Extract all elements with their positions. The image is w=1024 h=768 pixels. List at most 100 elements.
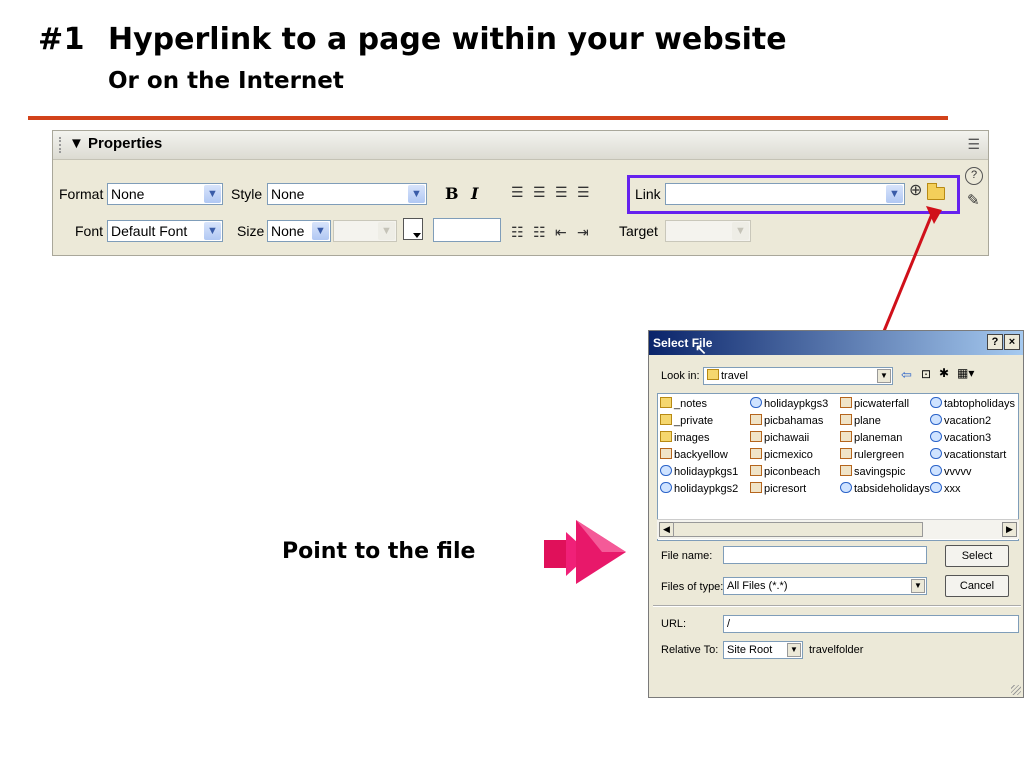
file-name-text: holidaypkgs3: [764, 398, 829, 410]
url-value: /: [727, 618, 731, 630]
horizontal-scrollbar[interactable]: ◀ ▶: [657, 519, 1019, 539]
select-button[interactable]: Select: [945, 545, 1009, 567]
dialog-close-button[interactable]: ×: [1004, 334, 1020, 350]
pointer-line-segment: [880, 213, 934, 337]
file-name-text: tabtopholidays: [944, 398, 1015, 410]
file-list-item[interactable]: _private: [660, 413, 713, 429]
file-list-item[interactable]: savingspic: [840, 464, 905, 480]
file-name-text: xxx: [944, 483, 961, 495]
file-name-input[interactable]: [723, 546, 927, 564]
file-name-label: File name:: [661, 550, 713, 562]
image-file-icon: [840, 448, 852, 459]
file-list-item[interactable]: piconbeach: [750, 464, 820, 480]
html-file-icon: [840, 482, 852, 493]
chevron-down-icon[interactable]: ▼: [877, 369, 891, 383]
file-list-item[interactable]: holidaypkgs2: [660, 481, 738, 497]
file-list-item[interactable]: planeman: [840, 430, 902, 446]
file-name-text: images: [674, 432, 710, 444]
image-file-icon: [840, 431, 852, 442]
file-name-text: piconbeach: [764, 466, 821, 478]
folder-icon: [707, 369, 719, 380]
html-file-icon: [660, 465, 672, 476]
chevron-down-icon[interactable]: ▼: [911, 579, 925, 593]
image-file-icon: [840, 465, 852, 476]
file-name-text: vacation3: [944, 432, 992, 444]
relative-to-value: Site Root: [727, 644, 773, 656]
html-file-icon: [930, 397, 942, 408]
html-file-icon: [750, 397, 762, 408]
relative-folder: travelfolder: [809, 644, 864, 656]
scroll-right-button[interactable]: ▶: [1002, 522, 1017, 537]
file-name-text: picmexico: [764, 449, 813, 461]
image-file-icon: [750, 482, 762, 493]
file-list-item[interactable]: rulergreen: [840, 447, 904, 463]
mouse-cursor-icon: ↖: [695, 341, 707, 357]
image-file-icon: [750, 431, 762, 442]
file-list-item[interactable]: holidaypkgs3: [750, 396, 828, 412]
file-name-text: rulergreen: [854, 449, 905, 461]
file-name-text: tabsideholidays: [854, 483, 930, 495]
chevron-down-icon[interactable]: ▼: [787, 643, 801, 657]
html-file-icon: [660, 482, 672, 493]
scroll-left-button[interactable]: ◀: [659, 522, 674, 537]
image-file-icon: [750, 448, 762, 459]
select-file-dialog: Select File ↖ ? × Look in: travel ▼ ⇦ ⊡ …: [648, 330, 1024, 698]
point-to-file-caption: Point to the file: [282, 539, 476, 564]
view-menu-icon[interactable]: ▦▾: [957, 366, 974, 380]
file-name-text: vvvvv: [944, 466, 972, 478]
look-in-value: travel: [721, 370, 748, 382]
html-file-icon: [930, 465, 942, 476]
html-file-icon: [930, 431, 942, 442]
relative-to-select[interactable]: Site Root ▼: [723, 641, 803, 659]
dialog-help-button[interactable]: ?: [987, 334, 1003, 350]
image-file-icon: [750, 414, 762, 425]
file-name-text: picbahamas: [764, 415, 824, 427]
file-list-item[interactable]: holidaypkgs1: [660, 464, 738, 480]
file-name-text: vacationstart: [944, 449, 1007, 461]
image-file-icon: [750, 465, 762, 476]
file-list-item[interactable]: tabsideholidays: [840, 481, 930, 497]
file-list-item[interactable]: images: [660, 430, 709, 446]
file-list-item[interactable]: pichawaii: [750, 430, 809, 446]
file-list-item[interactable]: picresort: [750, 481, 806, 497]
file-name-text: picwaterfall: [854, 398, 910, 410]
file-list-item[interactable]: picwaterfall: [840, 396, 909, 412]
folder-icon: [660, 431, 672, 442]
new-folder-icon[interactable]: ✱: [939, 366, 949, 380]
file-name-text: _notes: [674, 398, 708, 410]
dialog-title-bar[interactable]: Select File ↖ ? ×: [649, 331, 1023, 357]
file-list-item[interactable]: vacationstart: [930, 447, 1006, 463]
file-name-text: pichawaii: [764, 432, 810, 444]
files-of-type-value: All Files (*.*): [727, 580, 788, 592]
files-of-type-select[interactable]: All Files (*.*) ▼: [723, 577, 927, 595]
file-list-item[interactable]: vacation2: [930, 413, 991, 429]
image-file-icon: [660, 448, 672, 459]
file-list-item[interactable]: tabtopholidays: [930, 396, 1015, 412]
file-list-item[interactable]: vacation3: [930, 430, 991, 446]
back-icon[interactable]: ⇦: [901, 367, 912, 383]
file-name-text: plane: [854, 415, 881, 427]
scroll-thumb[interactable]: [673, 522, 923, 537]
file-list-item[interactable]: _notes: [660, 396, 707, 412]
url-input[interactable]: /: [723, 615, 1019, 633]
file-list-item[interactable]: plane: [840, 413, 881, 429]
cancel-button[interactable]: Cancel: [945, 575, 1009, 597]
file-list-item[interactable]: xxx: [930, 481, 961, 497]
resize-grip[interactable]: [1011, 685, 1021, 695]
html-file-icon: [930, 448, 942, 459]
up-folder-icon[interactable]: ⊡: [921, 367, 931, 381]
look-in-label: Look in:: [661, 370, 700, 382]
look-in-select[interactable]: travel ▼: [703, 367, 893, 385]
folder-icon: [660, 397, 672, 408]
file-name-text: holidaypkgs1: [674, 466, 739, 478]
file-name-text: vacation2: [944, 415, 992, 427]
file-name-text: _private: [674, 415, 714, 427]
file-list-item[interactable]: picmexico: [750, 447, 813, 463]
dialog-separator: [653, 605, 1021, 607]
file-list-item[interactable]: vvvvv: [930, 464, 972, 480]
file-list-item[interactable]: backyellow: [660, 447, 728, 463]
folder-icon: [660, 414, 672, 425]
file-list-item[interactable]: picbahamas: [750, 413, 823, 429]
file-name-text: planeman: [854, 432, 903, 444]
files-of-type-label: Files of type:: [661, 581, 724, 593]
